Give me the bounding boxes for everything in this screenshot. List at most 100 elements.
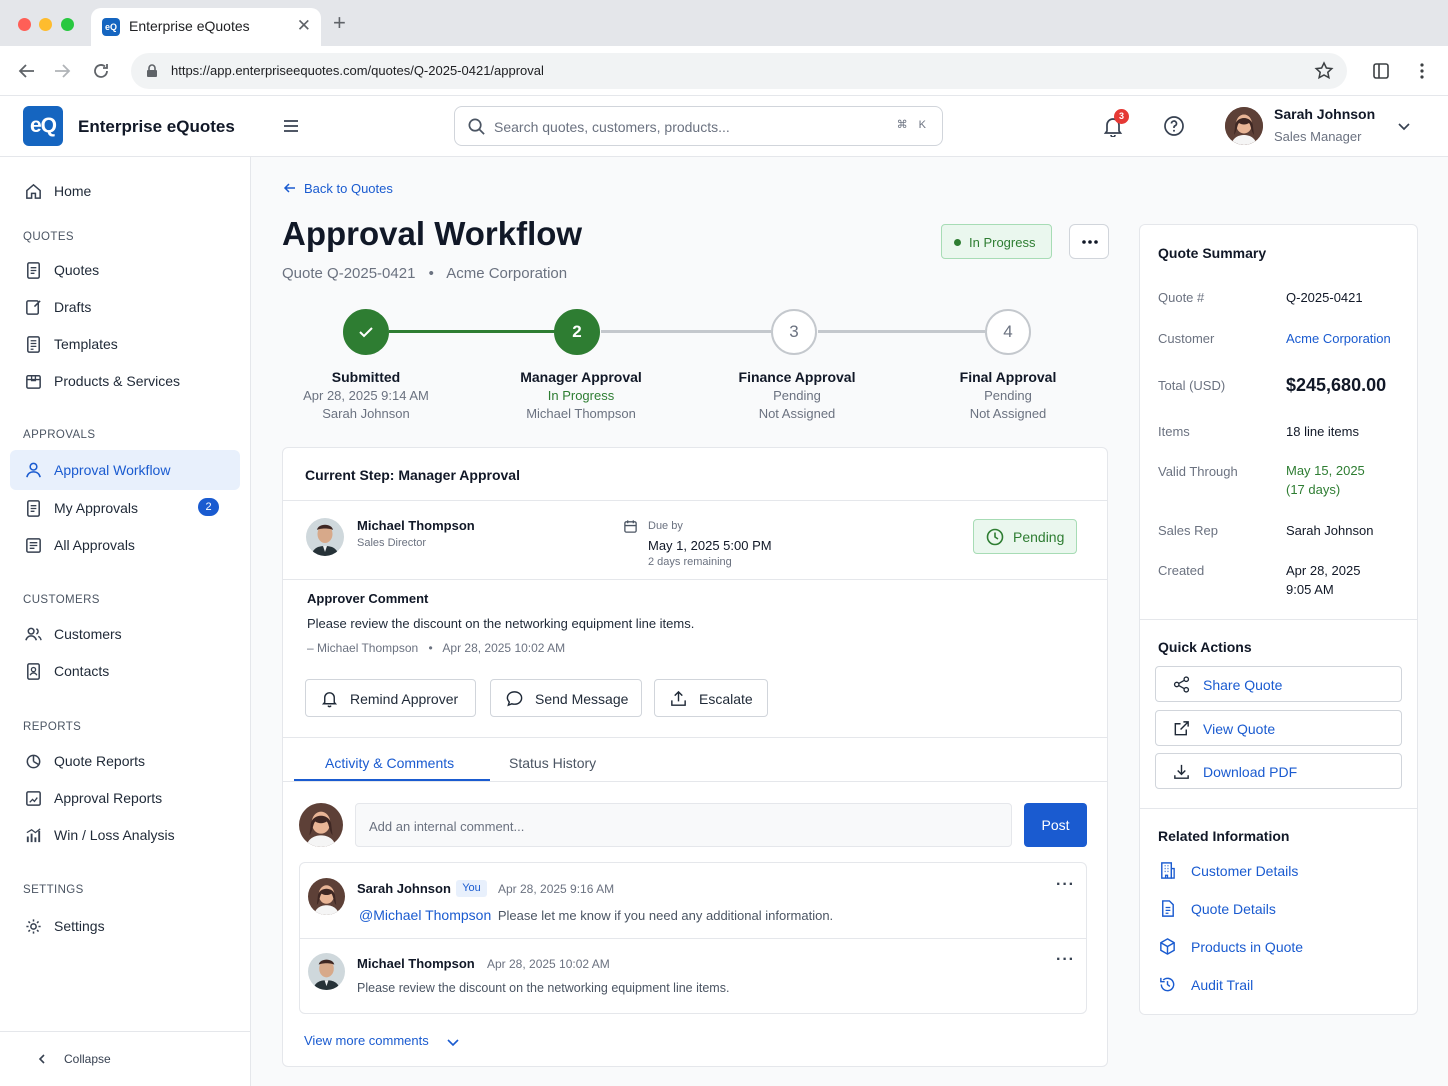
sidebar-item-quotes[interactable]: Quotes [10, 250, 240, 290]
comment-placeholder: Add an internal comment... [369, 819, 525, 834]
sidebar-item-templates[interactable]: Templates [10, 324, 240, 364]
comment-time: Apr 28, 2025 9:16 AM [498, 882, 615, 896]
quote-summary-title: Quote Summary [1158, 245, 1267, 261]
sidebar-item-settings[interactable]: Settings [10, 906, 240, 946]
sidebar-collapse-button[interactable]: Collapse [0, 1031, 250, 1086]
user-avatar[interactable] [1225, 107, 1263, 145]
address-bar[interactable]: https://app.enterpriseequotes.com/quotes… [131, 53, 1347, 89]
tab-activity-comments[interactable]: Activity & Comments [325, 755, 454, 771]
sidebar-item-my-approvals[interactable]: My Approvals 2 [10, 488, 240, 528]
sidebar-item-drafts[interactable]: Drafts [10, 287, 240, 327]
chevron-down-icon[interactable] [1396, 118, 1412, 134]
sidebar-item-approval-workflow[interactable]: Approval Workflow [10, 450, 240, 490]
related-products-link[interactable]: Products in Quote [1158, 935, 1398, 959]
more-actions-button[interactable] [1069, 224, 1109, 259]
remind-approver-button[interactable]: Remind Approver [305, 679, 476, 717]
divider [1140, 619, 1417, 620]
step-status: Pending [773, 388, 821, 403]
notification-count-badge: 3 [1114, 109, 1129, 124]
button-label: Send Message [535, 691, 629, 707]
page-subtitle: Quote Q-2025-0421 • Acme Corporation [282, 265, 567, 282]
comment-input[interactable]: Add an internal comment... [355, 803, 1012, 847]
escalate-button[interactable]: Escalate [654, 679, 768, 717]
sidebar-item-approval-reports[interactable]: Approval Reports [10, 778, 240, 818]
related-audit-trail-link[interactable]: Audit Trail [1158, 973, 1398, 997]
sidebar-item-quote-reports[interactable]: Quote Reports [10, 741, 240, 781]
summary-customer-link[interactable]: Acme Corporation [1286, 329, 1391, 348]
building-icon [1161, 862, 1175, 879]
sidebar-section-approvals: APPROVALS [23, 429, 96, 441]
related-quote-details-link[interactable]: Quote Details [1158, 897, 1398, 921]
step-status: In Progress [547, 388, 615, 403]
back-arrow-icon[interactable] [17, 61, 37, 81]
url-text: https://app.enterpriseequotes.com/quotes… [171, 63, 544, 78]
share-quote-button[interactable]: Share Quote [1155, 666, 1402, 702]
window-maximize-button[interactable] [61, 18, 74, 31]
step-assignee: Michael Thompson [526, 406, 636, 421]
sidebar-item-win-loss[interactable]: Win / Loss Analysis [10, 815, 240, 855]
current-step-heading: Current Step: Manager Approval [305, 467, 520, 483]
sidebar-item-contacts[interactable]: Contacts [10, 651, 240, 691]
sidebar-item-label: Templates [54, 336, 118, 352]
step-assignee: Not Assigned [758, 406, 836, 421]
step-3-details: Finance Approval Pending Not Assigned [697, 369, 897, 421]
window-close-button[interactable] [18, 18, 31, 31]
approver-comment-text: Please review the discount on the networ… [307, 616, 695, 631]
send-message-button[interactable]: Send Message [490, 679, 642, 717]
due-date: May 1, 2025 5:00 PM [648, 538, 772, 553]
sidebar-item-all-approvals[interactable]: All Approvals [10, 525, 240, 565]
related-customer-details-link[interactable]: Customer Details [1158, 859, 1398, 883]
sidebar-section-reports: REPORTS [23, 721, 82, 733]
help-icon[interactable] [1163, 115, 1185, 137]
forward-arrow-icon[interactable] [52, 61, 72, 81]
post-comment-button[interactable]: Post [1024, 803, 1087, 847]
cube-icon [1160, 938, 1175, 955]
tab-status-history[interactable]: Status History [509, 755, 596, 771]
bell-icon [321, 692, 338, 708]
document-check-icon [27, 500, 40, 517]
arrow-left-icon [283, 183, 295, 193]
workflow-status-badge: In Progress [941, 224, 1052, 259]
browser-tab[interactable]: eQ Enterprise eQuotes ✕ [91, 8, 321, 46]
list-check-icon [26, 538, 41, 553]
summary-value: Sarah Johnson [1286, 523, 1374, 538]
sidebar-item-products[interactable]: Products & Services [10, 361, 240, 401]
bookmark-star-icon[interactable] [1314, 61, 1334, 81]
step-4-circle: 4 [985, 309, 1031, 355]
download-pdf-button[interactable]: Download PDF [1155, 753, 1402, 789]
report-doc-icon [26, 791, 41, 806]
reload-icon[interactable] [91, 61, 111, 81]
new-tab-icon[interactable]: + [333, 10, 346, 36]
step-assignee: Not Assigned [969, 406, 1047, 421]
template-icon [27, 336, 40, 353]
view-quote-button[interactable]: View Quote [1155, 710, 1402, 746]
app-logo[interactable]: eQ [23, 106, 63, 146]
draft-edit-icon [26, 300, 41, 315]
box-icon [26, 375, 41, 389]
view-more-comments-link[interactable]: View more comments [304, 1033, 460, 1049]
back-link-label: Back to Quotes [304, 181, 393, 196]
summary-total: $245,680.00 [1286, 375, 1387, 395]
comment-text: Please let me know if you need any addit… [497, 908, 834, 923]
hamburger-menu-icon[interactable] [281, 116, 301, 136]
status-dot-icon [954, 239, 961, 246]
side-panel-icon[interactable] [1371, 61, 1391, 81]
back-to-quotes-link[interactable]: Back to Quotes [283, 181, 393, 196]
download-icon [1174, 764, 1189, 779]
mention-link[interactable]: @Michael Thompson [359, 907, 491, 923]
sidebar-item-customers[interactable]: Customers [10, 614, 240, 654]
view-more-label: View more comments [304, 1033, 429, 1048]
global-search-input[interactable]: Search quotes, customers, products... ⌘ … [454, 106, 943, 146]
sidebar-item-home[interactable]: Home [10, 171, 240, 211]
tab-close-icon[interactable]: ✕ [297, 16, 311, 36]
step-status: Apr 28, 2025 9:14 AM [303, 388, 429, 403]
window-minimize-button[interactable] [39, 18, 52, 31]
comment-menu-icon[interactable]: ··· [1056, 951, 1075, 969]
approver-avatar [306, 518, 344, 556]
comment-menu-icon[interactable]: ··· [1056, 876, 1075, 894]
step-title: Submitted [331, 369, 401, 385]
step-2-circle: 2 [554, 309, 600, 355]
browser-menu-icon[interactable] [1412, 61, 1432, 81]
document-icon [27, 262, 40, 279]
comment-time: Apr 28, 2025 10:02 AM [442, 641, 566, 655]
